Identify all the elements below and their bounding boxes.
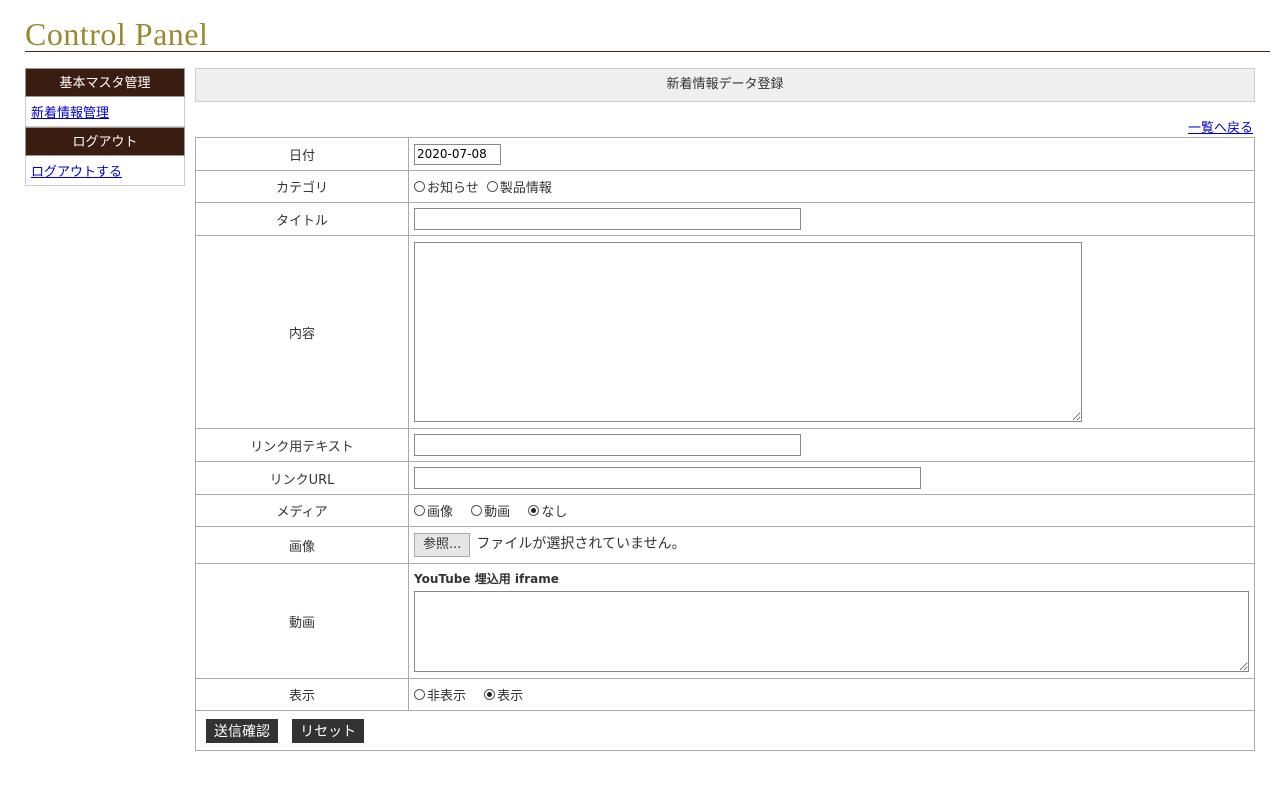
sidebar-heading-master: 基本マスタ管理	[25, 68, 185, 97]
youtube-iframe-label: YouTube 埋込用 iframe	[414, 572, 559, 586]
link-url-label: リンクURL	[195, 461, 409, 495]
date-input[interactable]	[414, 143, 501, 165]
media-image-radio[interactable]	[414, 505, 425, 516]
row-video: 動画 YouTube 埋込用 iframe	[195, 563, 1255, 679]
media-option-image[interactable]: 画像	[414, 501, 453, 520]
media-label: メディア	[195, 494, 409, 527]
actions-cell: 送信確認 リセット	[195, 710, 1255, 751]
category-news-label: お知らせ	[427, 181, 479, 196]
link-url-cell	[408, 461, 1255, 495]
date-cell	[408, 137, 1255, 171]
file-status-text: ファイルが選択されていません。	[476, 536, 686, 552]
row-link-url: リンクURL	[195, 461, 1255, 495]
link-text-label: リンク用テキスト	[195, 428, 409, 462]
category-label: カテゴリ	[195, 170, 409, 203]
sidebar-heading-logout: ログアウト	[25, 127, 185, 156]
category-option-news[interactable]: お知らせ	[414, 177, 479, 196]
row-link-text: リンク用テキスト	[195, 428, 1255, 462]
display-hidden-radio[interactable]	[414, 689, 425, 700]
media-image-label: 画像	[427, 505, 454, 520]
link-text-input[interactable]	[414, 434, 801, 456]
row-content: 内容	[195, 235, 1255, 429]
sidebar-item-logout: ログアウトする	[25, 156, 185, 186]
link-text-cell	[408, 428, 1255, 462]
row-image: 画像 参照... ファイルが選択されていません。	[195, 526, 1255, 564]
video-iframe-textarea[interactable]	[414, 591, 1249, 672]
category-option-product[interactable]: 製品情報	[486, 177, 552, 196]
title-input[interactable]	[414, 208, 801, 230]
title-cell	[408, 202, 1255, 236]
date-label: 日付	[195, 137, 409, 171]
link-url-input[interactable]	[414, 467, 921, 489]
media-cell: 画像 動画 なし	[408, 494, 1255, 527]
media-none-label: なし	[541, 505, 568, 520]
row-media: メディア 画像 動画 なし	[195, 494, 1255, 527]
media-none-radio[interactable]	[528, 505, 540, 516]
category-product-radio[interactable]	[486, 181, 498, 192]
category-cell: お知らせ 製品情報	[408, 170, 1255, 203]
site-title: Control Panel	[25, 16, 209, 52]
news-management-link[interactable]: 新着情報管理	[31, 106, 109, 121]
display-cell: 非表示 表示	[408, 678, 1255, 711]
media-option-video[interactable]: 動画	[471, 501, 510, 520]
main-content: 新着情報データ登録 一覧へ戻る 日付 カテゴリ お知らせ 製品情報	[195, 68, 1255, 751]
sidebar-item-news: 新着情報管理	[25, 97, 185, 127]
row-date: 日付	[195, 137, 1255, 171]
browse-file-button[interactable]: 参照...	[414, 533, 471, 557]
back-row: 一覧へ戻る	[195, 102, 1255, 137]
media-video-radio[interactable]	[471, 505, 483, 516]
news-form-table: 日付 カテゴリ お知らせ 製品情報 タイトル	[195, 137, 1255, 751]
category-product-label: 製品情報	[499, 181, 552, 196]
video-cell: YouTube 埋込用 iframe	[408, 563, 1255, 679]
row-display: 表示 非表示 表示	[195, 678, 1255, 711]
content-cell	[408, 235, 1255, 429]
content-label: 内容	[195, 235, 409, 429]
logout-link[interactable]: ログアウトする	[31, 165, 122, 180]
image-cell: 参照... ファイルが選択されていません。	[408, 526, 1255, 564]
submit-confirm-button[interactable]: 送信確認	[206, 718, 278, 743]
image-label: 画像	[195, 526, 409, 564]
media-video-label: 動画	[484, 505, 511, 520]
row-category: カテゴリ お知らせ 製品情報	[195, 170, 1255, 203]
reset-button[interactable]: リセット	[292, 718, 365, 743]
display-label: 表示	[195, 678, 409, 711]
back-to-list-link[interactable]: 一覧へ戻る	[1188, 117, 1253, 136]
title-divider	[25, 51, 1270, 52]
display-shown-label: 表示	[497, 689, 524, 704]
content-textarea[interactable]	[414, 242, 1082, 422]
sidebar: 基本マスタ管理 新着情報管理 ログアウト ログアウトする	[25, 68, 185, 186]
category-news-radio[interactable]	[414, 181, 425, 192]
form-heading: 新着情報データ登録	[195, 68, 1255, 102]
display-shown-radio[interactable]	[484, 689, 496, 700]
video-label: 動画	[195, 563, 409, 679]
media-option-none[interactable]: なし	[528, 501, 567, 520]
row-actions: 送信確認 リセット	[195, 710, 1255, 751]
display-option-shown[interactable]: 表示	[484, 685, 523, 704]
display-hidden-label: 非表示	[427, 689, 467, 704]
row-title: タイトル	[195, 202, 1255, 236]
display-option-hidden[interactable]: 非表示	[414, 685, 466, 704]
title-label: タイトル	[195, 202, 409, 236]
